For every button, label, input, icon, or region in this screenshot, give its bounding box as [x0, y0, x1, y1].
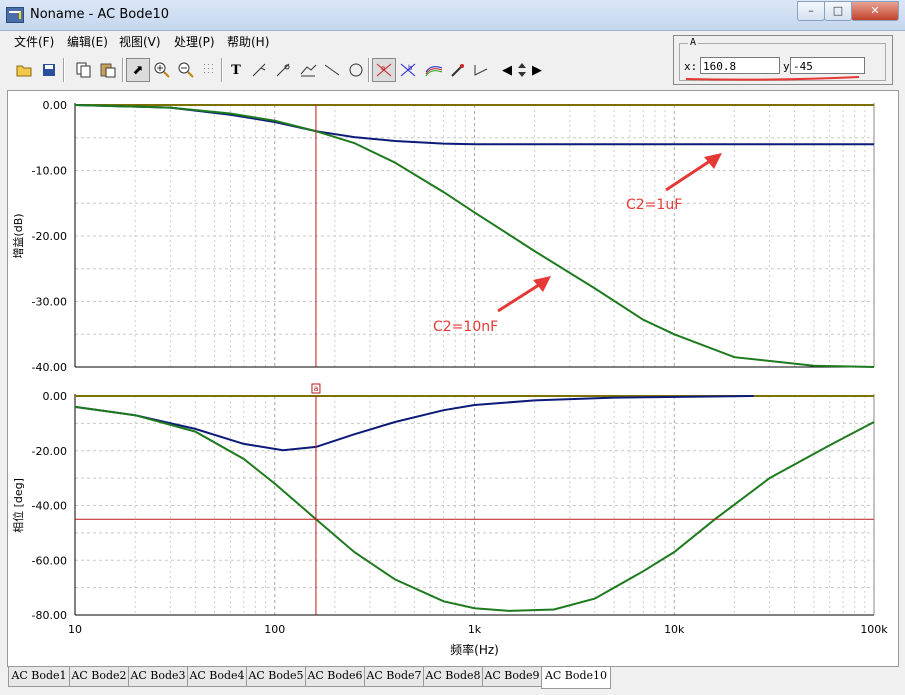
- menu-file[interactable]: 文件(F): [14, 33, 54, 50]
- minimize-button[interactable]: –: [797, 1, 825, 21]
- tab-ac-bode-9[interactable]: AC Bode9: [482, 667, 542, 687]
- tab-ac-bode-5[interactable]: AC Bode5: [246, 667, 306, 687]
- y-tick-label: 0.00: [43, 390, 68, 403]
- tab-ac-bode-2[interactable]: AC Bode2: [69, 667, 129, 687]
- arrow-updown-icon[interactable]: [514, 58, 530, 82]
- x-tick-label: 100: [264, 623, 285, 636]
- header-tool-icon[interactable]: [296, 58, 320, 82]
- tab-ac-bode-6[interactable]: AC Bode6: [305, 667, 365, 687]
- line-tool-icon[interactable]: [320, 58, 344, 82]
- app-icon: [6, 7, 24, 23]
- save-icon[interactable]: [37, 58, 61, 82]
- y-tick-label: -20.00: [32, 230, 67, 243]
- comment-tool-icon[interactable]: [272, 58, 296, 82]
- open-folder-icon[interactable]: [12, 58, 36, 82]
- cursor-x-label: x:: [684, 60, 698, 73]
- tab-ac-bode-1[interactable]: AC Bode1: [8, 667, 70, 687]
- paste-icon[interactable]: [96, 58, 120, 82]
- close-button[interactable]: ✕: [851, 1, 899, 21]
- annotation-arrow-10nf: [497, 281, 543, 313]
- circle-tool-icon[interactable]: [344, 58, 368, 82]
- cursor-group-label: A: [688, 37, 699, 48]
- annotation-c2-1uf: C2=1uF: [626, 197, 682, 213]
- x-tick-label: 1k: [468, 623, 482, 636]
- y-axis-label: 增益(dB): [11, 213, 25, 258]
- cursor-marker-label: a: [314, 384, 319, 393]
- tab-ac-bode-7[interactable]: AC Bode7: [364, 667, 424, 687]
- tab-ac-bode-4[interactable]: AC Bode4: [187, 667, 247, 687]
- maximize-button[interactable]: □: [824, 1, 852, 21]
- cursor-y-field[interactable]: -45: [790, 57, 865, 74]
- y-axis-label: 相位 [deg]: [11, 478, 25, 533]
- tab-ac-bode-3[interactable]: AC Bode3: [128, 667, 188, 687]
- grid-icon[interactable]: [198, 58, 222, 82]
- window-title: Noname - AC Bode10: [30, 7, 170, 22]
- tab-ac-bode-8[interactable]: AC Bode8: [423, 667, 483, 687]
- tab-bar: AC Bode1 AC Bode2 AC Bode3 AC Bode4 AC Bode5…: [8, 667, 898, 689]
- bode-plot-area[interactable]: 0.00 -10.00 -20.00 -30.00 -40.00 增益(dB) C2=1uF…: [7, 90, 899, 667]
- arrow-right-icon[interactable]: ▶: [530, 58, 544, 82]
- zoom-100-icon[interactable]: [174, 58, 198, 82]
- tab-ac-bode-10[interactable]: AC Bode10: [541, 667, 611, 689]
- y-tick-label: -60.00: [32, 554, 67, 567]
- bode-plot-svg: 0.00 -10.00 -20.00 -30.00 -40.00 增益(dB) C2=1uF…: [11, 99, 888, 657]
- label-tool-icon[interactable]: [248, 58, 272, 82]
- menu-view[interactable]: 视图(V): [119, 33, 161, 50]
- pointer-icon[interactable]: ⬈: [126, 58, 150, 82]
- y-tick-label: -40.00: [32, 500, 67, 513]
- y-tick-label: -40.00: [32, 361, 67, 374]
- cursor-a-icon[interactable]: a: [372, 58, 396, 82]
- step-icon[interactable]: [470, 58, 494, 82]
- curves-icon[interactable]: [422, 58, 446, 82]
- x-tick-label: 100k: [860, 623, 888, 636]
- svg-text:a: a: [381, 64, 385, 72]
- annotation-arrowhead-1uf: [704, 153, 722, 169]
- x-tick-label: 10k: [664, 623, 685, 636]
- cursor-readout-panel: A x: 160.8 y: -45: [673, 35, 893, 85]
- frequency-axis-label: 频率(Hz): [450, 642, 499, 657]
- y-tick-label: -10.00: [32, 165, 67, 178]
- annotation-arrow-1uf: [665, 157, 714, 192]
- svg-text:b: b: [408, 64, 413, 72]
- gain-plot: 0.00 -10.00 -20.00 -30.00 -40.00 增益(dB) C2=1uF…: [11, 99, 875, 374]
- arrow-left-icon[interactable]: ◀: [500, 58, 514, 82]
- zoom-in-icon[interactable]: [150, 58, 174, 82]
- cursor-b-icon[interactable]: b: [396, 58, 420, 82]
- copy-icon[interactable]: [72, 58, 96, 82]
- eyedropper-icon[interactable]: [446, 58, 470, 82]
- menu-help[interactable]: 帮助(H): [227, 33, 269, 50]
- y-tick-label: -30.00: [32, 296, 67, 309]
- annotation-c2-10nf: C2=10nF: [433, 319, 498, 335]
- title-bar: Noname - AC Bode10 – □ ✕: [0, 0, 905, 31]
- y-tick-label: 0.00: [43, 99, 68, 112]
- x-tick-label: 10: [68, 623, 82, 636]
- menu-process[interactable]: 处理(P): [174, 33, 215, 50]
- y-tick-label: -20.00: [32, 445, 67, 458]
- underline-annotation: [685, 76, 860, 81]
- y-tick-label: -80.00: [32, 609, 67, 622]
- phase-plot: 0.00 -20.00 -40.00 -60.00 -80.00 相位 [deg] 10 10…: [11, 383, 888, 636]
- annotation-arrowhead-10nf: [533, 276, 551, 292]
- text-tool-icon[interactable]: T: [224, 58, 248, 82]
- toolbar: ⬈ T a b ◀ ▶: [10, 56, 555, 86]
- menu-edit[interactable]: 编辑(E): [67, 33, 108, 50]
- cursor-x-field[interactable]: 160.8: [700, 57, 780, 74]
